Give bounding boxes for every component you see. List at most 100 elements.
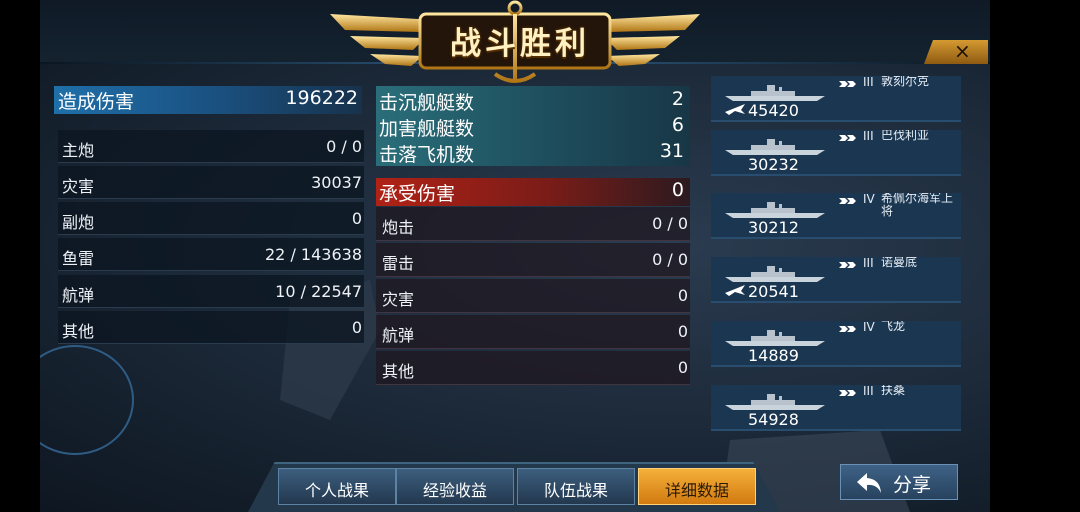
row-label: 加害舰艇数 (379, 118, 475, 140)
row-label: 击落飞机数 (379, 144, 475, 166)
ship-silhouette-icon (725, 139, 825, 155)
received-row: 雷击 0 / 0 (376, 243, 690, 277)
damage-row: 其他 0 (58, 311, 364, 344)
kill-row: 击落飞机数 31 (376, 139, 690, 166)
share-arrow-icon (857, 473, 881, 493)
ship-card[interactable]: 54928 III 扶桑 (711, 385, 961, 431)
ship-score: 14889 (748, 346, 799, 365)
ship-card[interactable]: 30212 IV 希佩尔海军上将 (711, 193, 961, 239)
received-row: 炮击 0 / 0 (376, 207, 690, 241)
close-icon: × (954, 39, 971, 63)
plane-icon (725, 104, 745, 115)
damage-row: 主炮 0 / 0 (58, 130, 364, 163)
damage-dealt-value: 196222 (285, 87, 358, 109)
rank-chevron-icon (839, 390, 856, 396)
share-label: 分享 (893, 474, 932, 496)
battle-result-screen: 战斗胜利 × 造成伤害 196222 主炮 0 / 0 灾害 30037 副炮 … (0, 0, 1080, 512)
row-label: 炮击 (382, 218, 415, 237)
row-label: 其他 (382, 362, 415, 381)
ship-card[interactable]: 20541 III 诺曼底 (711, 257, 961, 303)
received-row: 其他 0 (376, 351, 690, 385)
kill-row: 加害舰艇数 6 (376, 113, 690, 140)
ship-card[interactable]: 45420 III 敦刻尔克 (711, 76, 961, 122)
ship-tier: III (863, 76, 874, 89)
row-value: 0 / 0 (326, 137, 362, 156)
damage-row: 鱼雷 22 / 143638 (58, 238, 364, 271)
row-label: 航弹 (62, 286, 95, 305)
row-label: 副炮 (62, 213, 95, 232)
rank-chevron-icon (839, 135, 856, 141)
tab-label: 详细数据 (664, 481, 729, 500)
ship-tier: IV (863, 321, 875, 334)
ship-silhouette-icon (725, 202, 825, 218)
row-value: 31 (659, 140, 684, 162)
damage-row: 灾害 30037 (58, 166, 364, 199)
ship-silhouette-icon (725, 266, 825, 282)
row-value: 0 (351, 209, 362, 228)
ship-score: 54928 (748, 410, 799, 429)
row-value: 0 (677, 286, 688, 305)
tab-personal-results[interactable]: 个人战果 (278, 468, 396, 505)
ship-name: 飞龙 (881, 321, 906, 333)
row-label: 雷击 (382, 254, 415, 273)
tab-label: 队伍战果 (543, 481, 608, 500)
row-value: 2 (671, 88, 684, 110)
kill-row: 击沉舰艇数 2 (376, 87, 690, 114)
tab-detailed-data[interactable]: 详细数据 (638, 468, 756, 505)
right-letterbox (990, 0, 1080, 512)
received-row: 航弹 0 (376, 315, 690, 349)
ship-tier: III (863, 385, 874, 398)
row-label: 其他 (62, 322, 95, 341)
rank-chevron-icon (839, 262, 856, 268)
rank-chevron-icon (839, 81, 856, 87)
ship-silhouette-icon (725, 394, 825, 410)
row-label: 鱼雷 (62, 249, 95, 268)
ship-tier: III (863, 257, 874, 270)
damage-row: 航弹 10 / 22547 (58, 275, 364, 308)
ship-score: 30212 (748, 218, 799, 237)
ship-card[interactable]: 14889 IV 飞龙 (711, 321, 961, 367)
ship-card[interactable]: 30232 III 巴伐利亚 (711, 130, 961, 176)
ship-name: 扶桑 (881, 385, 906, 397)
row-label: 灾害 (62, 177, 95, 196)
ship-name: 巴伐利亚 (881, 130, 930, 142)
left-letterbox (0, 0, 40, 512)
ship-tier: III (863, 130, 874, 143)
row-value: 30037 (311, 173, 362, 192)
tab-label: 个人战果 (304, 481, 369, 500)
damage-row: 副炮 0 (58, 202, 364, 235)
tab-exp-gain[interactable]: 经验收益 (396, 468, 514, 505)
tab-team-results[interactable]: 队伍战果 (517, 468, 635, 505)
row-value: 22 / 143638 (265, 245, 362, 264)
ship-name: 诺曼底 (881, 257, 918, 269)
row-value: 0 (351, 318, 362, 337)
damage-dealt-header: 造成伤害 196222 (54, 86, 362, 114)
row-label: 航弹 (382, 326, 415, 345)
ship-score: 30232 (748, 155, 799, 174)
received-row: 灾害 0 (376, 279, 690, 313)
ship-silhouette-icon (725, 85, 825, 101)
rank-chevron-icon (839, 326, 856, 332)
ship-score: 45420 (748, 101, 799, 120)
row-label: 击沉舰艇数 (379, 92, 475, 114)
damage-dealt-label: 造成伤害 (58, 91, 135, 113)
rank-chevron-icon (839, 198, 856, 204)
close-button[interactable]: × (924, 40, 988, 64)
kill-stats: 击沉舰艇数 2 加害舰艇数 6 击落飞机数 31 (376, 86, 690, 166)
page-title: 战斗胜利 (450, 26, 590, 62)
row-value: 0 (677, 358, 688, 377)
row-value: 6 (671, 114, 684, 136)
row-value: 0 / 0 (652, 214, 688, 233)
tab-label: 经验收益 (422, 481, 487, 500)
share-button[interactable]: 分享 (840, 464, 958, 500)
row-value: 0 (677, 322, 688, 341)
ship-tier: IV (863, 193, 875, 206)
row-value: 10 / 22547 (275, 282, 362, 301)
row-value: 0 / 0 (652, 250, 688, 269)
row-label: 灾害 (382, 290, 415, 309)
ship-name: 希佩尔海军上将 (881, 193, 954, 218)
damage-received-header: 承受伤害 0 (376, 178, 690, 206)
damage-received-value: 0 (671, 179, 684, 201)
ship-score: 20541 (748, 282, 799, 301)
damage-received-label: 承受伤害 (379, 183, 456, 205)
